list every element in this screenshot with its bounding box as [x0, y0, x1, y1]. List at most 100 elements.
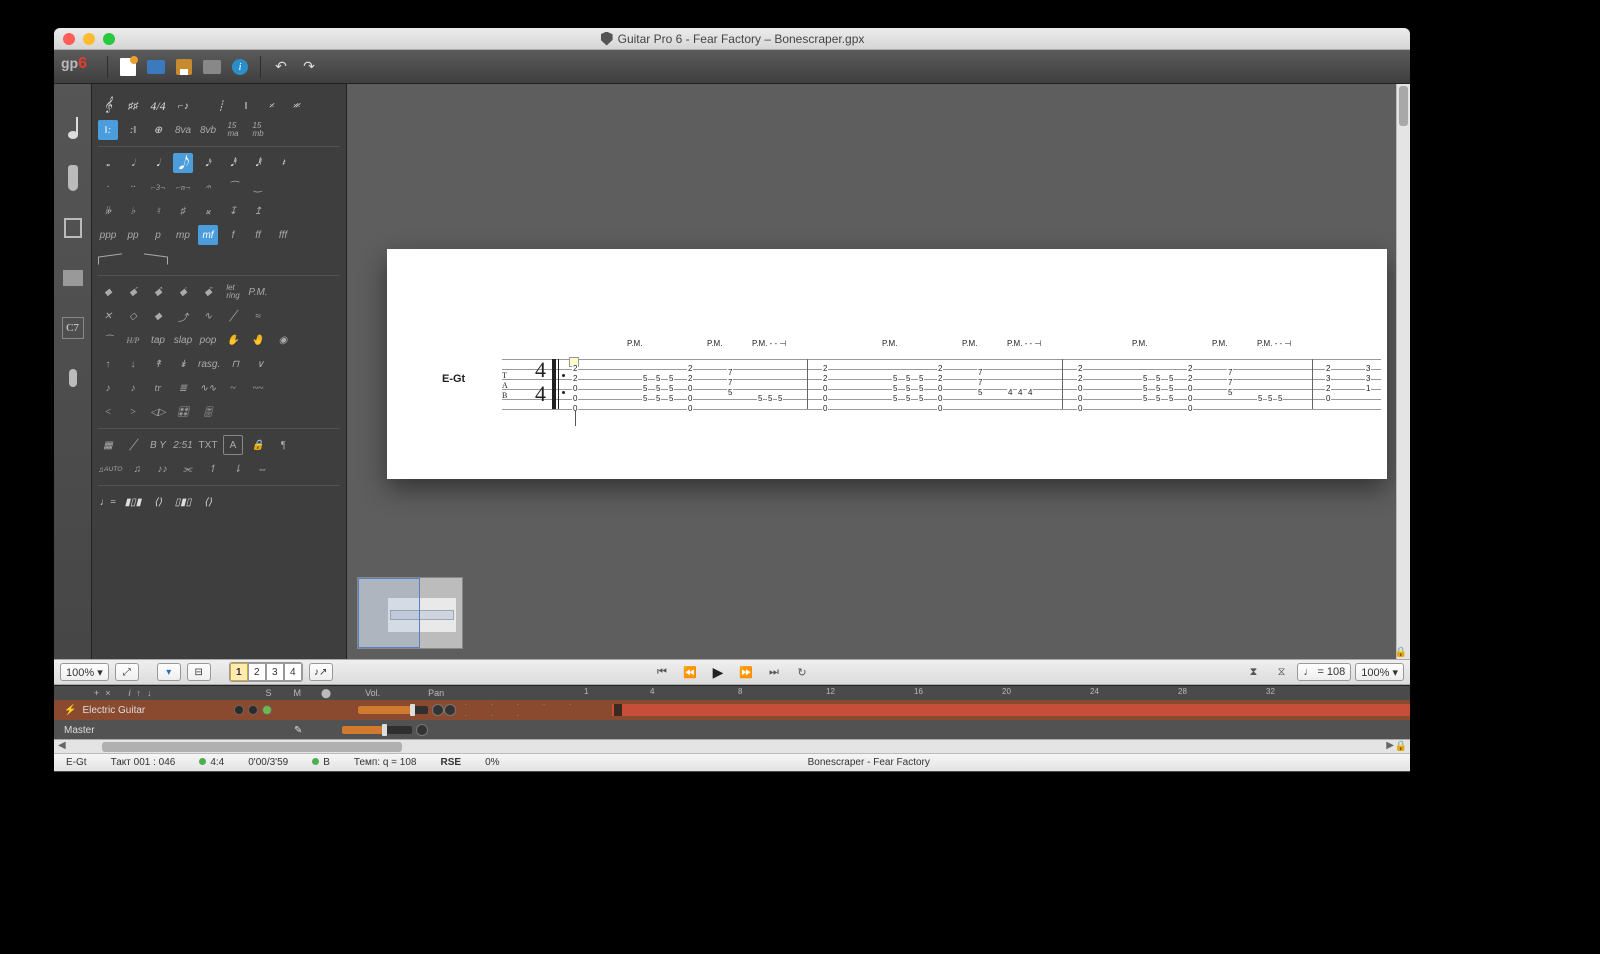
- wah-button[interactable]: 🎛: [173, 402, 193, 422]
- score-viewport[interactable]: E-Gt T A B 4 4 P.M.: [347, 84, 1410, 659]
- semitone-down-button[interactable]: ↧: [223, 201, 243, 221]
- crescendo-button[interactable]: [98, 253, 122, 264]
- expand-button[interactable]: ⇔: [252, 459, 272, 479]
- bend-button[interactable]: ⤴: [173, 306, 193, 326]
- zoom-window-button[interactable]: [103, 33, 115, 45]
- coda-button[interactable]: ⊕: [148, 120, 168, 140]
- eighth-note-button[interactable]: 𝅘𝅥𝅮: [173, 153, 193, 173]
- mini-map[interactable]: [357, 577, 463, 649]
- free-time-button[interactable]: ┊: [211, 96, 231, 116]
- tap-button[interactable]: tap: [148, 330, 168, 350]
- rasgueado-button[interactable]: rasg.: [198, 354, 220, 374]
- rse-toggle-button[interactable]: ⬤: [321, 688, 331, 699]
- ottava-button[interactable]: 8va: [173, 120, 193, 140]
- vibrato-button[interactable]: ≈: [248, 306, 268, 326]
- move-up-button[interactable]: ↑: [137, 688, 142, 698]
- voice-4-button[interactable]: 4: [284, 663, 302, 681]
- decrescendo-button[interactable]: [144, 253, 168, 264]
- open-file-button[interactable]: [145, 56, 167, 78]
- minimize-window-button[interactable]: [83, 33, 95, 45]
- sixtyfourth-note-button[interactable]: 𝅘𝅥𝅱: [248, 153, 268, 173]
- accent-heavy-button[interactable]: ◆̂: [148, 282, 168, 302]
- staccato-button[interactable]: ◆̇: [173, 282, 193, 302]
- repeat-close-button[interactable]: :‖: [123, 120, 143, 140]
- rewind-button[interactable]: ⏪: [678, 663, 702, 681]
- right-hand-button[interactable]: 🤚: [248, 330, 268, 350]
- automation-master-button[interactable]: ▯▮▯: [173, 492, 193, 512]
- forward-button[interactable]: ⏩: [734, 663, 758, 681]
- clef-button[interactable]: 𝄞: [98, 96, 118, 116]
- add-track-button[interactable]: +: [94, 688, 99, 698]
- redo-button[interactable]: ↷: [298, 56, 320, 78]
- quarter-note-button[interactable]: 𝅘𝅥: [148, 153, 168, 173]
- metronome-button[interactable]: ⧗: [1241, 663, 1265, 681]
- hammer-pull-button[interactable]: ⁀: [98, 330, 118, 350]
- track-info-button[interactable]: i: [129, 688, 131, 698]
- sharp-button[interactable]: ♯: [173, 201, 193, 221]
- tremolo-picking-button[interactable]: ≣: [173, 378, 193, 398]
- left-hand-button[interactable]: ✋: [223, 330, 243, 350]
- rse-toggle[interactable]: [262, 705, 272, 715]
- zoom-left-select[interactable]: 100% ▾: [60, 663, 109, 681]
- undo-button[interactable]: ↶: [270, 56, 292, 78]
- loop-button[interactable]: ↻: [790, 663, 814, 681]
- slash-button[interactable]: ╱: [123, 435, 143, 455]
- panel-amp-button[interactable]: [59, 214, 87, 242]
- mini-map-viewport[interactable]: [358, 578, 420, 648]
- automation-pan-button[interactable]: ⟨⟩: [148, 492, 168, 512]
- natural-button[interactable]: ♮: [148, 201, 168, 221]
- simile2-button[interactable]: 𝄏: [286, 96, 306, 116]
- arpeggio-up-button[interactable]: ↟: [148, 354, 168, 374]
- stem-up-button[interactable]: ↿: [202, 459, 222, 479]
- pick-down-button[interactable]: ⊓: [225, 354, 245, 374]
- go-end-button[interactable]: ⏭: [762, 663, 786, 681]
- quindicesimb-button[interactable]: 15 mb: [248, 120, 268, 140]
- downstroke-button[interactable]: ↓: [123, 354, 143, 374]
- lock-button[interactable]: 🔒: [248, 435, 268, 455]
- new-file-button[interactable]: [117, 56, 139, 78]
- let-ring-button[interactable]: let ring: [223, 282, 243, 302]
- flat-button[interactable]: ♭: [123, 201, 143, 221]
- section-button[interactable]: A: [223, 435, 243, 455]
- track-row-guitar[interactable]: ⚡ Electric Guitar · · · · · · · ·: [54, 700, 1410, 720]
- move-down-button[interactable]: ↓: [147, 688, 152, 698]
- double-bar-button[interactable]: ‖: [236, 96, 256, 116]
- arpeggio-down-button[interactable]: ↡: [173, 354, 193, 374]
- text-button[interactable]: TXT: [198, 435, 218, 455]
- panel-lyrics-button[interactable]: [59, 364, 87, 392]
- countdown-button[interactable]: ⧖: [1269, 663, 1293, 681]
- master-volume-slider[interactable]: [342, 726, 412, 734]
- volume-knob[interactable]: [432, 704, 444, 716]
- scroll-thumb[interactable]: [1399, 86, 1408, 126]
- harmonic-natural-button[interactable]: ◇: [123, 306, 143, 326]
- accent-normal-button[interactable]: ◆́: [123, 282, 143, 302]
- upstroke-button[interactable]: ↑: [98, 354, 118, 374]
- panel-mastering-button[interactable]: [59, 264, 87, 292]
- mp-button[interactable]: mp: [173, 225, 193, 245]
- fit-page-button[interactable]: ⤢: [115, 663, 139, 681]
- wah-close-button[interactable]: ~~: [248, 378, 268, 398]
- timer-button[interactable]: 2:51: [173, 435, 193, 455]
- volume-swell-button[interactable]: 🎚: [198, 402, 218, 422]
- multivoice-button[interactable]: ♪↗: [309, 663, 333, 681]
- go-start-button[interactable]: ⏮: [650, 663, 674, 681]
- barre-button[interactable]: ◉: [273, 330, 293, 350]
- triplet-feel-button[interactable]: ⌐♪: [173, 96, 193, 116]
- ottavb-button[interactable]: 8vb: [198, 120, 218, 140]
- double-dotted-button[interactable]: ··: [123, 177, 143, 197]
- doubleflat-button[interactable]: 𝄫: [98, 201, 118, 221]
- tempo-box[interactable]: ♩ = 108: [1297, 663, 1351, 681]
- scroll-left-button[interactable]: ◀: [58, 740, 66, 751]
- fff-button[interactable]: fff: [273, 225, 293, 245]
- harmonic-artificial-button[interactable]: ◆: [148, 306, 168, 326]
- sixteenth-note-button[interactable]: 𝅘𝅥𝅯: [198, 153, 218, 173]
- beam-button[interactable]: ♫: [127, 459, 147, 479]
- dead-note-button[interactable]: ✕: [98, 306, 118, 326]
- panel-edition-button[interactable]: [59, 114, 87, 142]
- volume-slider[interactable]: [358, 706, 428, 714]
- rest-button[interactable]: 𝄽: [273, 153, 293, 173]
- master-automation-button[interactable]: ✎: [294, 725, 312, 736]
- slap-button[interactable]: slap: [173, 330, 193, 350]
- multitrack-button[interactable]: ▾: [157, 663, 181, 681]
- ppp-button[interactable]: ppp: [98, 225, 118, 245]
